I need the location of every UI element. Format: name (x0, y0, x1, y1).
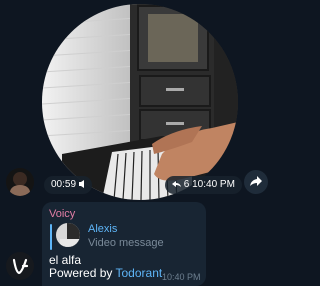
video-duration-badge: 00:59 (44, 176, 92, 194)
video-message-circle[interactable] (42, 4, 238, 200)
reply-type-label: Video message (88, 237, 164, 249)
reply-quote-bar (50, 224, 52, 250)
powered-by-text: Powered by (49, 266, 116, 280)
avatar-photo (6, 168, 34, 196)
powered-by-line: Powered by Todorant (49, 266, 162, 280)
reply-author[interactable]: Alexis (88, 223, 117, 235)
video-frame-image (42, 4, 238, 200)
forward-button[interactable] (244, 170, 268, 194)
video-time: 10:40 PM (192, 179, 235, 190)
share-arrow-icon (250, 173, 262, 191)
message-bubble[interactable]: Voicy Alexis Video message el alfa Power… (42, 202, 206, 286)
voicy-avatar[interactable] (6, 252, 34, 280)
sender-avatar[interactable] (6, 168, 34, 196)
sender-name[interactable]: Voicy (49, 208, 75, 220)
forward-count: 6 (183, 179, 190, 190)
todorant-link[interactable]: Todorant (116, 266, 163, 280)
reply-thumbnail (56, 223, 80, 247)
voicy-logo-icon (6, 252, 34, 280)
speaker-icon (78, 179, 85, 190)
forwarded-arrow-icon (172, 179, 184, 190)
message-text: el alfa (49, 253, 82, 267)
video-meta-badge: 6 10:40 PM (165, 176, 242, 194)
message-time: 10:40 PM (162, 272, 201, 282)
video-duration: 00:59 (51, 179, 77, 190)
